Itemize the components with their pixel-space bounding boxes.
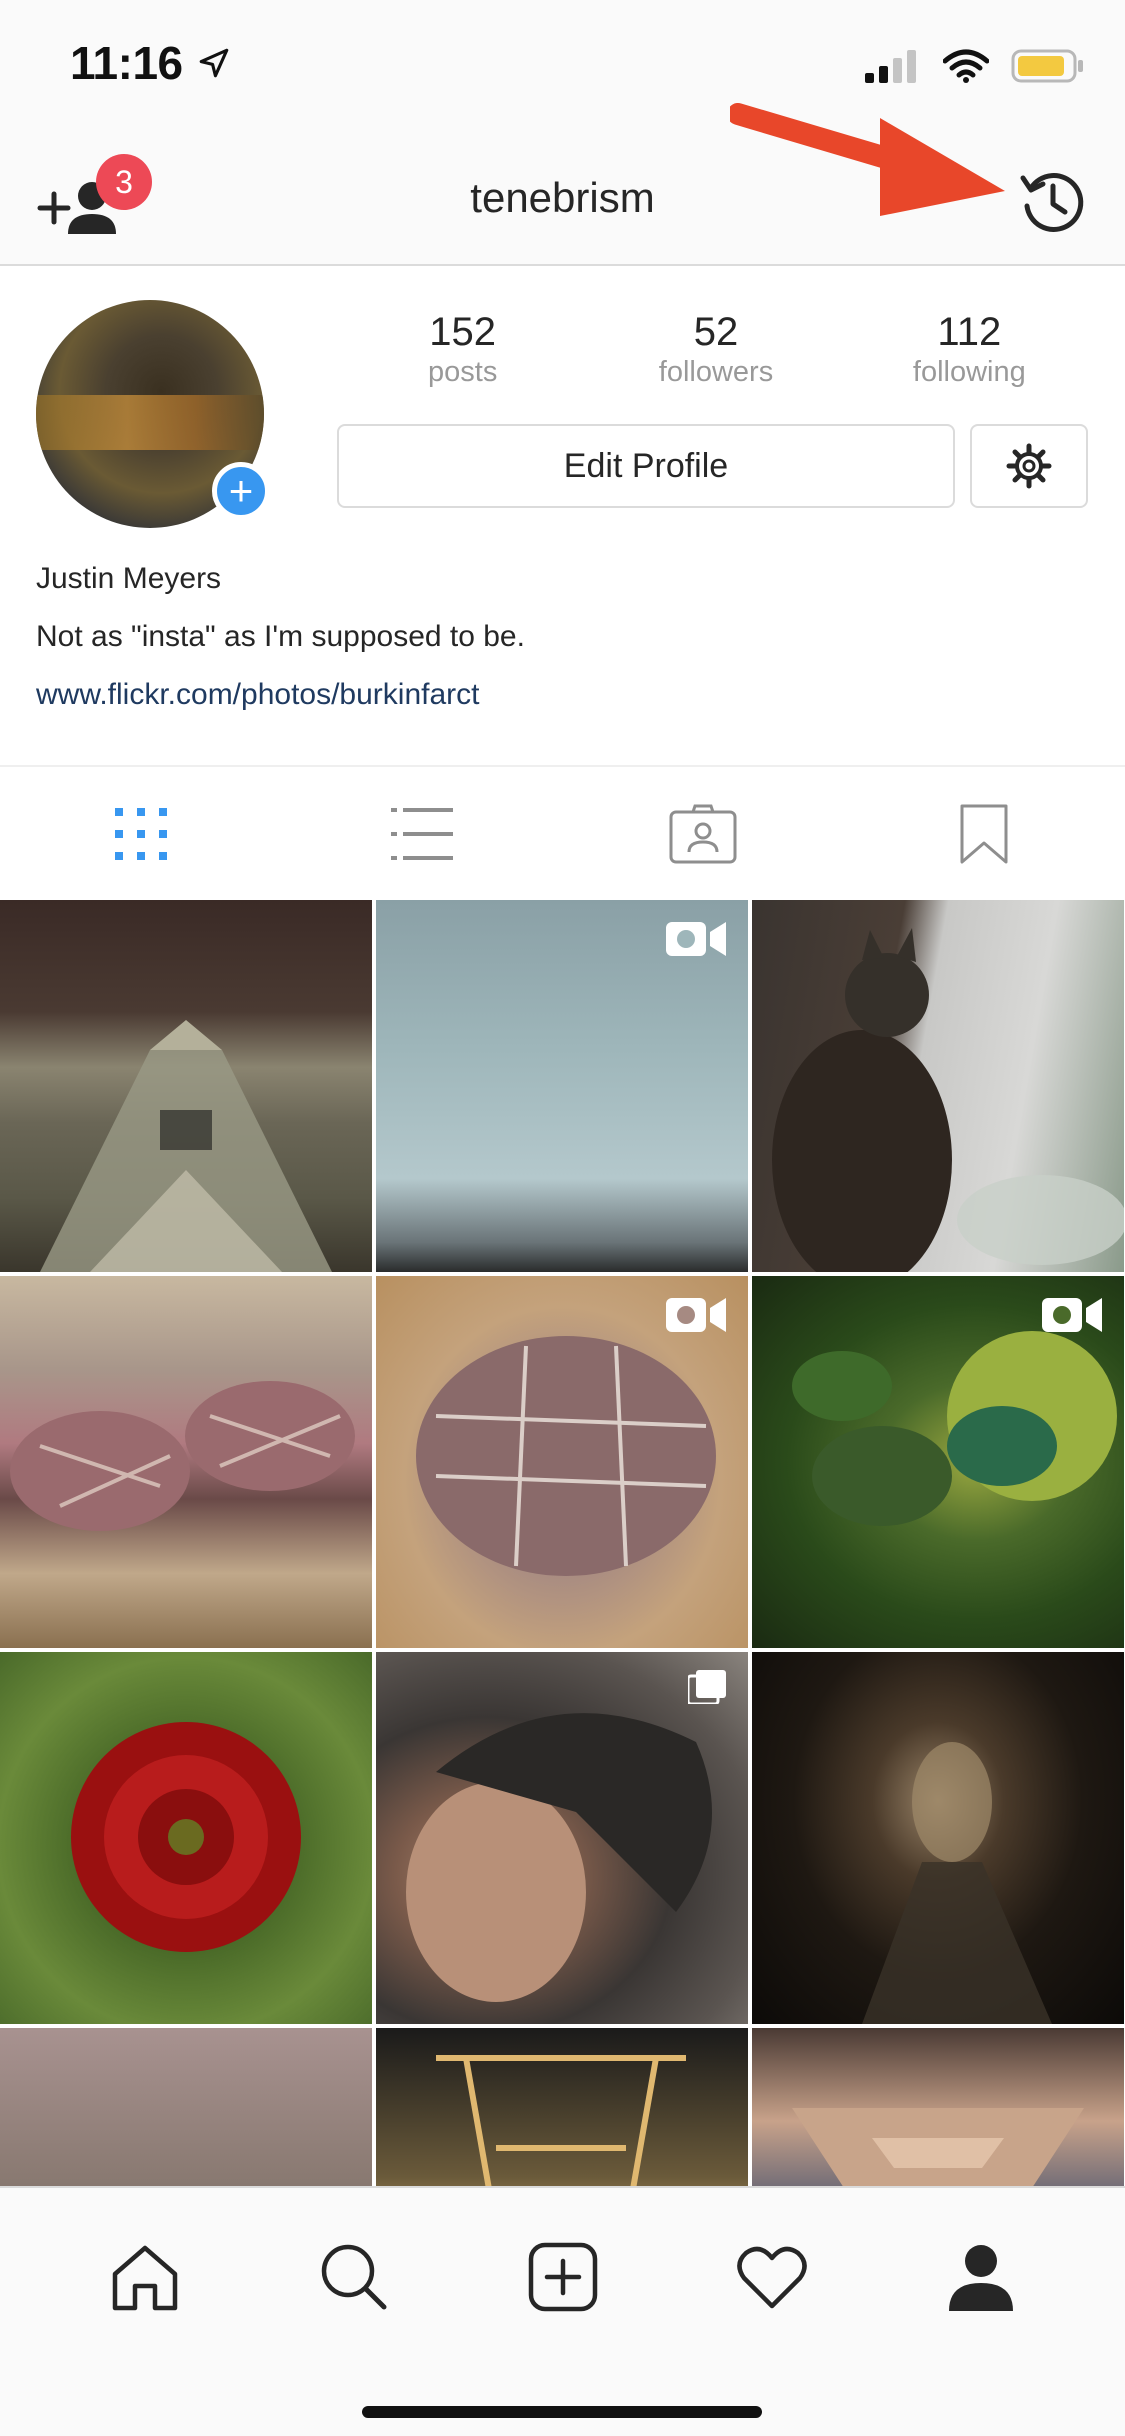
home-indicator bbox=[362, 2406, 762, 2418]
stat-value: 112 bbox=[937, 310, 1002, 354]
profile-header: 3 tenebrism bbox=[0, 130, 1125, 266]
post-thumbnail[interactable] bbox=[752, 1652, 1124, 2024]
stat-followers[interactable]: 52 followers bbox=[589, 310, 842, 389]
bottom-nav-icons bbox=[0, 2232, 1125, 2322]
stat-label: posts bbox=[428, 356, 498, 388]
status-time: 11:16 bbox=[70, 37, 183, 89]
tab-saved[interactable] bbox=[844, 767, 1125, 901]
multiple-images-icon bbox=[688, 1670, 726, 1704]
profile-icon bbox=[948, 2245, 1013, 2311]
post-thumbnail[interactable] bbox=[752, 1276, 1124, 1648]
nav-home[interactable] bbox=[100, 2232, 190, 2322]
tab-list[interactable] bbox=[281, 767, 562, 901]
bio-text: Not as "insta" as I'm supposed to be. bbox=[36, 620, 525, 653]
full-name: Justin Meyers bbox=[36, 562, 222, 595]
new-post-icon bbox=[528, 2242, 597, 2312]
nav-search[interactable] bbox=[309, 2232, 399, 2322]
tunnel-image bbox=[862, 1742, 1052, 2024]
tab-tagged[interactable] bbox=[563, 767, 844, 901]
list-icon bbox=[390, 808, 453, 860]
video-icon bbox=[1042, 1298, 1102, 1332]
post-thumbnail[interactable] bbox=[376, 1652, 748, 2024]
cat-image bbox=[772, 928, 1124, 1272]
nav-new-post[interactable] bbox=[518, 2232, 608, 2322]
post-thumbnail[interactable] bbox=[376, 2028, 748, 2186]
plus-icon: + bbox=[228, 467, 254, 514]
dahlia-image bbox=[71, 1722, 301, 1952]
bottom-tab-bar bbox=[0, 2186, 1125, 2436]
page-title: tenebrism bbox=[470, 174, 655, 221]
home-icon bbox=[112, 2245, 177, 2311]
post-thumbnail[interactable] bbox=[376, 900, 748, 1272]
grid-icon bbox=[114, 808, 167, 860]
add-story-button[interactable]: + bbox=[212, 462, 270, 520]
tab-grid[interactable] bbox=[0, 767, 281, 901]
location-arrow-icon bbox=[199, 48, 228, 78]
stat-label: following bbox=[912, 356, 1026, 388]
video-icon bbox=[666, 1298, 726, 1332]
nav-profile[interactable] bbox=[936, 2232, 1026, 2322]
status-bar: 11:16 bbox=[0, 0, 1125, 130]
stat-label: followers bbox=[658, 356, 774, 388]
profile-view-tabs bbox=[0, 765, 1125, 901]
post-thumbnail[interactable] bbox=[0, 900, 372, 1272]
post-thumbnail[interactable] bbox=[752, 900, 1124, 1272]
settings-button[interactable] bbox=[970, 424, 1088, 508]
post-thumbnail[interactable] bbox=[0, 2028, 372, 2186]
website-link[interactable]: www.flickr.com/photos/burkinfarct bbox=[36, 678, 479, 712]
post-thumbnail[interactable] bbox=[752, 2028, 1124, 2186]
profile-stats: 152 posts 52 followers 112 following bbox=[336, 310, 1096, 389]
nav-activity[interactable] bbox=[727, 2232, 817, 2322]
video-icon bbox=[666, 922, 726, 956]
wifi-icon bbox=[943, 49, 989, 83]
tagged-icon bbox=[669, 804, 737, 864]
battery-icon bbox=[1011, 49, 1083, 83]
bridge-image bbox=[436, 2055, 686, 2186]
archive-button[interactable] bbox=[1017, 166, 1087, 236]
edit-profile-button[interactable]: Edit Profile bbox=[337, 424, 955, 508]
bookmark-icon bbox=[960, 804, 1008, 864]
roasts-image bbox=[10, 1381, 355, 1531]
gear-icon bbox=[1006, 443, 1052, 489]
status-time-group: 11:16 bbox=[70, 36, 231, 90]
post-thumbnail[interactable] bbox=[0, 1276, 372, 1648]
profile-section: + 152 posts 52 followers 112 following E… bbox=[0, 266, 1125, 766]
search-icon bbox=[321, 2244, 386, 2310]
stat-value: 52 bbox=[693, 310, 739, 354]
stat-posts[interactable]: 152 posts bbox=[336, 310, 589, 389]
church-tower-image bbox=[40, 1020, 332, 1272]
mannequin-image bbox=[406, 1713, 712, 2002]
post-thumbnail[interactable] bbox=[376, 1276, 748, 1648]
stat-value: 152 bbox=[429, 310, 497, 354]
cellular-signal-icon bbox=[865, 50, 916, 83]
stat-following[interactable]: 112 following bbox=[843, 310, 1096, 389]
activity-heart-icon bbox=[736, 2246, 807, 2309]
posts-grid bbox=[0, 900, 1125, 2186]
post-thumbnail[interactable] bbox=[0, 1652, 372, 2024]
status-icons bbox=[865, 48, 1085, 84]
archive-clock-icon bbox=[1020, 173, 1084, 232]
pavilion-image bbox=[792, 2108, 1084, 2186]
